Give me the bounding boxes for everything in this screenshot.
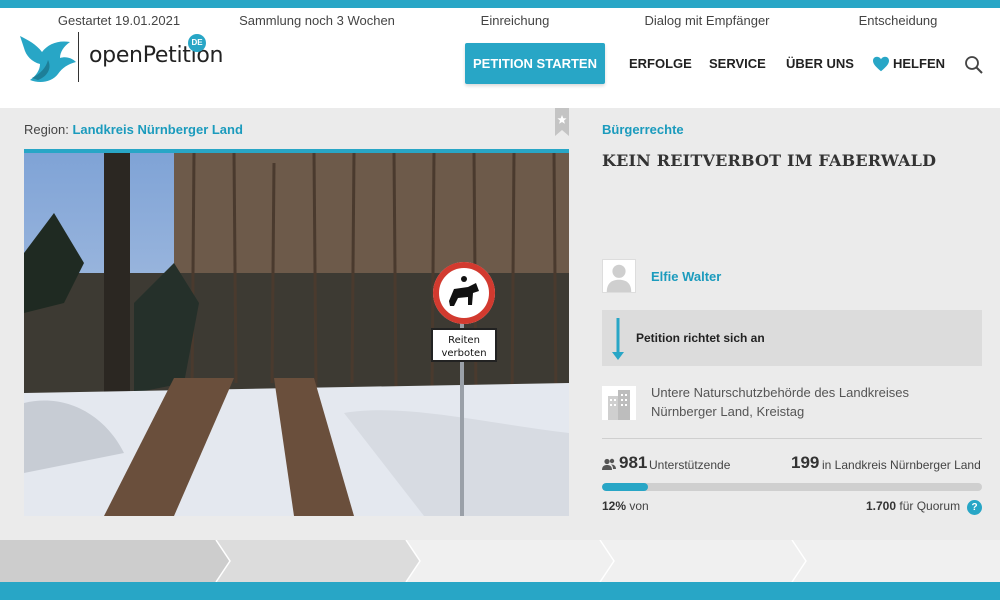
top-accent-bar — [0, 0, 1000, 8]
percent-suffix: von — [629, 499, 649, 513]
country-badge[interactable]: DE — [188, 34, 206, 52]
bird-logo-icon[interactable] — [18, 30, 78, 86]
quorum-line: 1.700 für Quorum — [866, 499, 960, 513]
arrow-down-icon — [612, 318, 624, 360]
supporters-label: Unterstützende — [649, 458, 731, 472]
step-collecting-bg — [216, 540, 420, 582]
building-icon — [602, 386, 636, 420]
region-link[interactable]: Landkreis Nürnberger Land — [72, 122, 242, 137]
step-started: Gestartet 19.01.2021 — [57, 13, 181, 28]
help-icon[interactable]: ? — [967, 500, 982, 515]
supporters-icon — [602, 458, 616, 470]
petition-title: KEIN REITVERBOT IM FABERWALD — [602, 151, 937, 170]
quorum-progress-fill — [602, 483, 648, 491]
nav-erfolge[interactable]: ERFOLGE — [629, 56, 692, 71]
nav-helfen[interactable]: HELFEN — [893, 56, 945, 71]
percent-value: 12% — [602, 499, 627, 513]
author-name[interactable]: Elfie Walter — [651, 269, 721, 284]
search-icon[interactable] — [964, 55, 984, 75]
recipient-label: Petition richtet sich an — [636, 331, 765, 345]
author-avatar-icon[interactable] — [602, 259, 636, 293]
stats-divider — [602, 438, 982, 439]
step-dialog: Dialog mit Empfänger — [644, 13, 770, 28]
sign-text-line2: verboten — [441, 348, 486, 359]
step-dialog-bg — [600, 540, 806, 582]
local-supporters-label: in Landkreis Nürnberger Land — [822, 458, 981, 472]
step-decision-bg — [792, 540, 1000, 582]
sign-text-line1: Reiten — [448, 335, 480, 346]
local-supporters-count: 199 — [791, 453, 820, 472]
quorum-label: für Quorum — [899, 499, 961, 513]
step-collecting: Sammlung noch 3 Wochen — [239, 13, 395, 28]
step-started-bg — [0, 540, 230, 582]
logo-divider — [78, 32, 79, 82]
step-submission: Einreichung — [480, 13, 550, 28]
progress-steps — [0, 540, 1000, 582]
heart-icon[interactable] — [872, 56, 890, 72]
step-decision: Entscheidung — [858, 13, 938, 28]
bottom-accent-bar — [0, 582, 1000, 600]
nav-service[interactable]: SERVICE — [709, 56, 766, 71]
supporters-count: 981 — [619, 453, 648, 472]
bookmark-star-icon[interactable] — [555, 108, 569, 136]
recipient-name: Untere Naturschutzbehörde des Landkreise… — [651, 385, 909, 419]
nav-ueber-uns[interactable]: ÜBER UNS — [786, 56, 854, 71]
quorum-progress-bar — [602, 483, 982, 491]
region-line: Region: Landkreis Nürnberger Land — [24, 122, 243, 137]
percent-line: 12% von — [602, 499, 649, 513]
region-prefix: Region: — [24, 122, 69, 137]
petition-photo: Reiten verboten — [24, 153, 569, 516]
start-petition-button[interactable]: PETITION STARTEN — [465, 43, 605, 84]
step-submission-bg — [406, 540, 614, 582]
quorum-value: 1.700 — [866, 499, 897, 513]
petition-category[interactable]: Bürgerrechte — [602, 122, 684, 137]
